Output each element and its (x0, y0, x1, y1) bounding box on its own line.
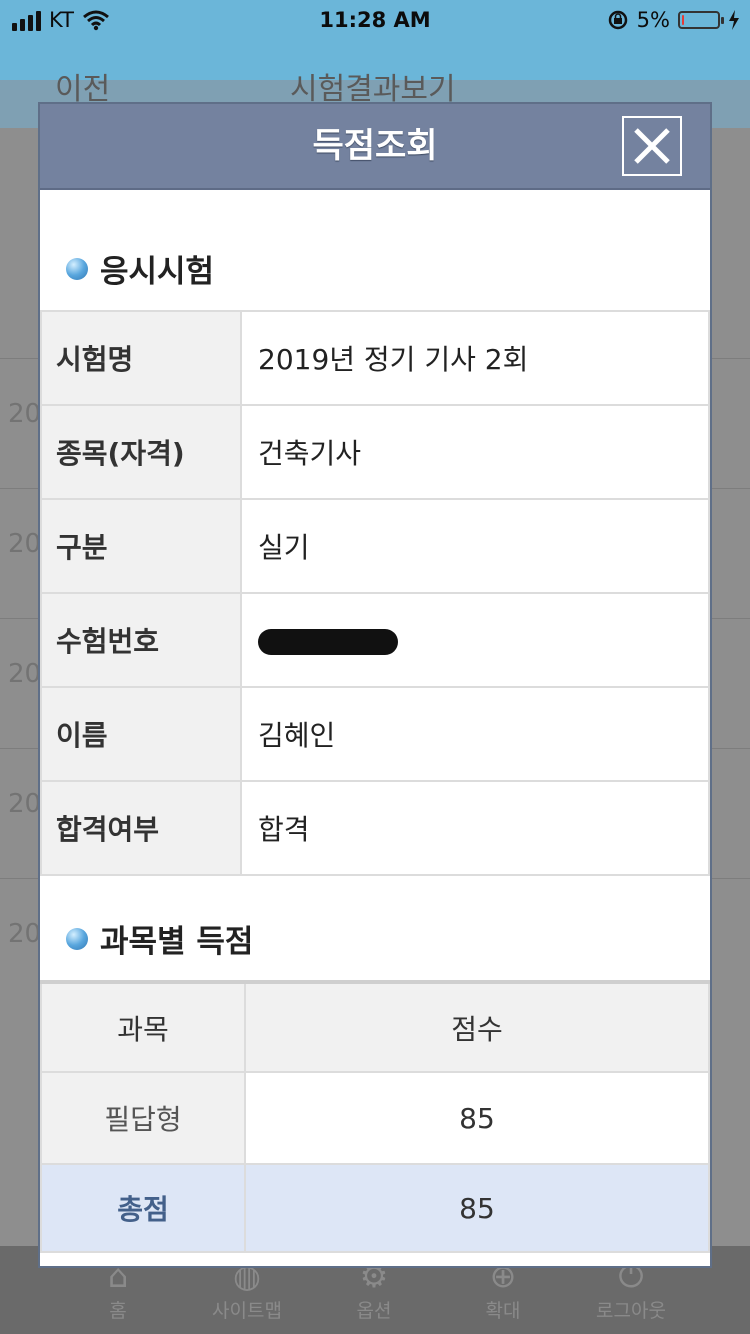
row-label: 종목(자격) (40, 404, 242, 500)
section-score-title: 과목별 득점 (66, 916, 253, 961)
row-label: 합격여부 (40, 780, 242, 876)
bullet-icon (66, 257, 88, 280)
tab-label: 옵션 (356, 1300, 392, 1322)
tab-label: 확대 (485, 1300, 521, 1322)
status-right: 5% (607, 8, 740, 32)
row-value: 2019년 정기 기사 2회 (240, 310, 710, 406)
row-value: 건축기사 (240, 404, 710, 500)
section-title-text: 과목별 득점 (100, 924, 254, 960)
score-header-row: 과목 점수 (40, 981, 710, 1073)
score-row: 필답형 85 (40, 1071, 710, 1165)
row-value: 합격 (240, 780, 710, 876)
back-button[interactable]: 이전 (55, 64, 110, 108)
battery-icon (678, 11, 724, 29)
exam-info-table: 시험명 2019년 정기 기사 2회 종목(자격) 건축기사 구분 실기 수험번… (40, 310, 710, 876)
close-button[interactable] (622, 116, 682, 176)
rotation-lock-icon (608, 10, 627, 30)
subject-name: 필답형 (40, 1071, 246, 1165)
header-score: 점수 (244, 981, 710, 1073)
table-row: 종목(자격) 건축기사 (40, 404, 710, 500)
score-inquiry-modal: 득점조회 응시시험 시험명 2019년 정기 기사 2회 종목(자격) 건축기사… (40, 104, 710, 1266)
row-label: 구분 (40, 498, 242, 594)
modal-header: 득점조회 (40, 104, 710, 190)
total-label: 총점 (40, 1163, 246, 1253)
table-row: 시험명 2019년 정기 기사 2회 (40, 310, 710, 406)
battery-level (682, 15, 684, 25)
background-page-title: 시험결과보기 (290, 72, 456, 107)
header-subject: 과목 (40, 981, 246, 1073)
tab-home[interactable]: ⌂ 홈 (43, 1256, 193, 1323)
table-row: 수험번호 (40, 592, 710, 688)
subject-score: 85 (244, 1071, 710, 1165)
redacted-registration-number (258, 628, 398, 655)
modal-title: 득점조회 (312, 126, 438, 166)
table-row: 구분 실기 (40, 498, 710, 594)
total-row: 총점 85 (40, 1163, 710, 1253)
tab-label: 로그아웃 (596, 1300, 666, 1322)
close-icon (634, 128, 670, 164)
score-table: 과목 점수 필답형 85 총점 85 (40, 980, 710, 1253)
battery-percent: 5% (636, 8, 670, 32)
tab-logout[interactable]: ⏻ 로그아웃 (556, 1256, 706, 1323)
charging-bolt-icon (729, 10, 739, 30)
row-label: 이름 (40, 686, 242, 782)
row-value: 김혜인 (240, 686, 710, 782)
row-label: 시험명 (40, 310, 242, 406)
bullet-icon (66, 927, 88, 950)
total-score: 85 (244, 1163, 710, 1253)
tab-options[interactable]: ⚙ 옵션 (299, 1256, 449, 1323)
table-row: 합격여부 합격 (40, 780, 710, 876)
section-exam-title: 응시시험 (66, 246, 214, 291)
tab-label: 사이트맵 (212, 1300, 282, 1322)
tab-label: 홈 (109, 1300, 127, 1322)
table-row: 이름 김혜인 (40, 686, 710, 782)
row-value (240, 592, 710, 688)
row-value: 실기 (240, 498, 710, 594)
row-label: 수험번호 (40, 592, 242, 688)
section-title-text: 응시시험 (100, 254, 215, 290)
